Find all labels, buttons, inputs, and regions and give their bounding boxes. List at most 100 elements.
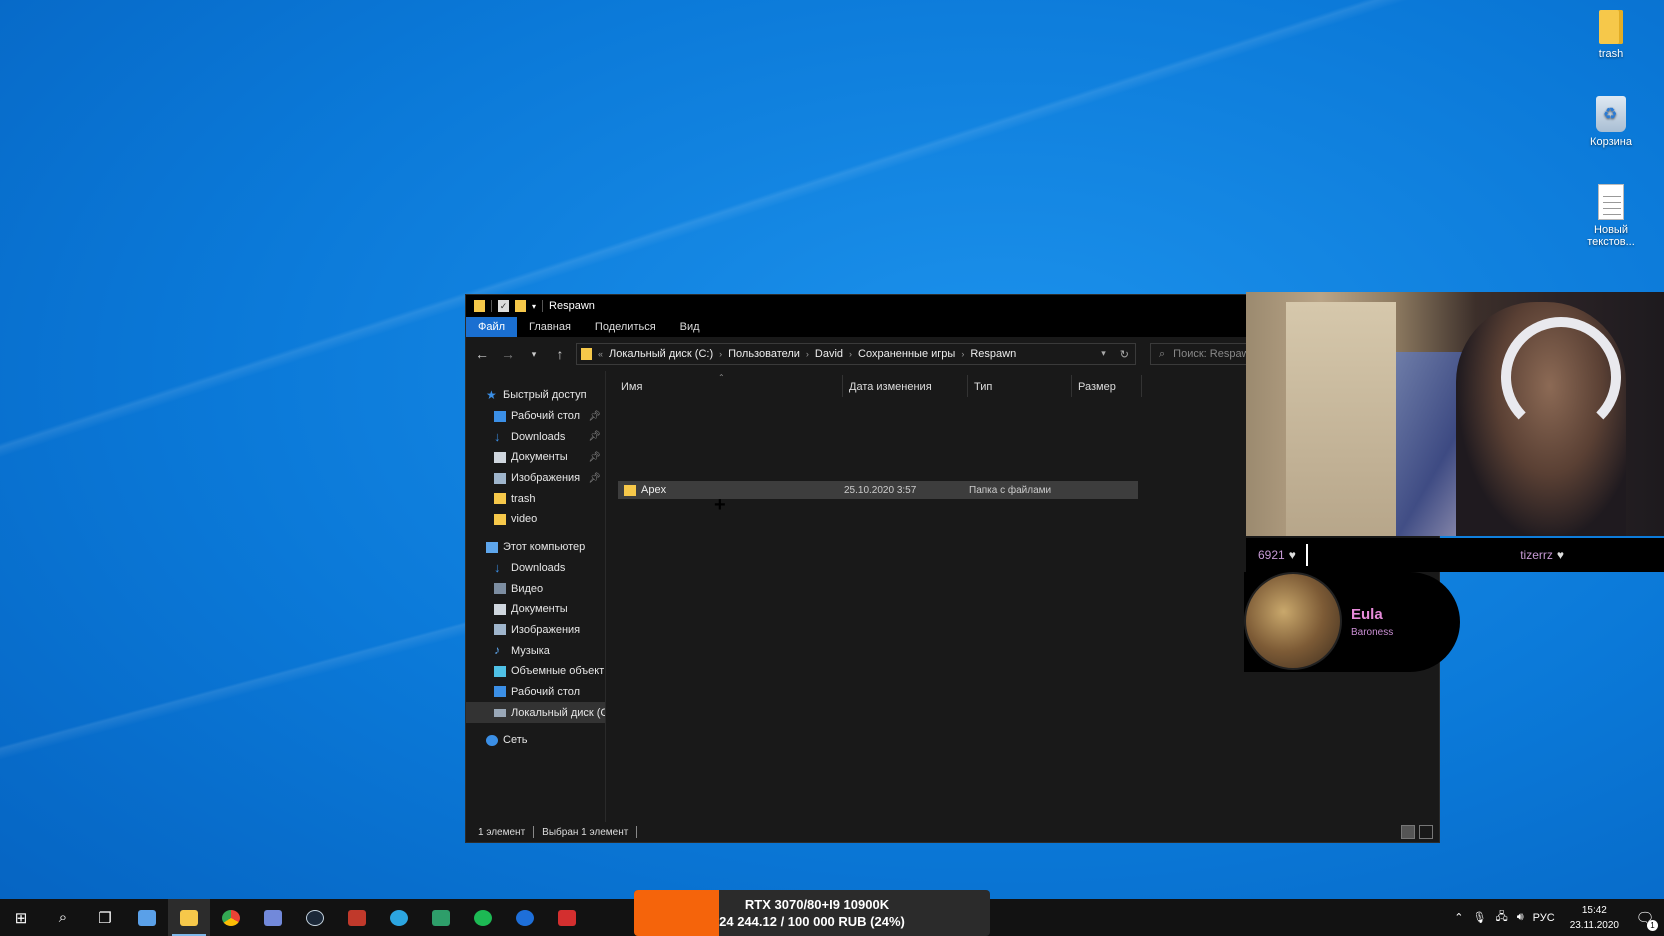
screen-record-icon[interactable] — [336, 899, 378, 936]
properties-icon[interactable]: ✓ — [498, 300, 509, 312]
tab-file[interactable]: Файл — [466, 317, 518, 337]
chevron-right-icon[interactable]: › — [849, 349, 852, 359]
sidebar-item-trash[interactable]: trash — [466, 488, 605, 509]
breadcrumb-item-saved-games[interactable]: Сохраненные игры — [858, 348, 955, 360]
tab-view[interactable]: Вид — [668, 317, 712, 337]
sidebar-item-network[interactable]: Сеть — [466, 730, 605, 751]
details-view-icon[interactable] — [1401, 825, 1415, 839]
desktop-icon-label: Корзина — [1590, 136, 1632, 148]
app-blue-icon[interactable] — [504, 899, 546, 936]
column-header-type[interactable]: Тип — [968, 375, 1072, 397]
refresh-icon[interactable]: ↻ — [1120, 348, 1129, 361]
folder-icon — [1599, 10, 1623, 44]
spotify-icon[interactable] — [462, 899, 504, 936]
column-header-name[interactable]: Имя — [621, 375, 843, 397]
time: 15:42 — [1581, 904, 1607, 916]
sidebar-item-pc-pictures[interactable]: Изображения — [466, 620, 605, 641]
system-tray: ⌃ 🎙︎ 🖧︎ 🔊︎ РУС 15:42 23.11.2020 🗨︎ 1 — [1454, 899, 1664, 936]
tab-share[interactable]: Поделиться — [583, 317, 668, 337]
sidebar-item-label: Объемные объекты — [511, 665, 606, 678]
sidebar-item-downloads[interactable]: ↓ Downloads 📌︎ — [466, 426, 605, 447]
chevron-right-icon[interactable]: › — [719, 349, 722, 359]
quick-access-toolbar-dropdown-icon[interactable]: ▾ — [532, 302, 536, 311]
app-green-icon[interactable] — [420, 899, 462, 936]
column-header-date[interactable]: Дата изменения — [843, 375, 968, 397]
up-arrow-icon[interactable]: ↑ — [550, 346, 570, 362]
sidebar-item-local-disk[interactable]: Локальный диск (C:) — [466, 702, 605, 723]
sidebar-item-label: Рабочий стол — [511, 410, 581, 423]
microphone-icon[interactable]: 🎙︎ — [1472, 911, 1486, 924]
steam-icon[interactable] — [294, 899, 336, 936]
breadcrumb-item-users[interactable]: Пользователи — [728, 348, 800, 360]
sidebar-item-pc-downloads[interactable]: ↓ Downloads — [466, 558, 605, 579]
pin-icon[interactable]: 📌︎ — [588, 452, 601, 463]
sidebar-item-label: Downloads — [511, 561, 566, 574]
sidebar-item-label: Изображения — [511, 472, 581, 485]
table-row[interactable]: Apex + 25.10.2020 3:57 Папка с файлами — [618, 481, 1138, 515]
sidebar-item-documents[interactable]: Документы 📌︎ — [466, 447, 605, 468]
sidebar-item-desktop[interactable]: Рабочий стол 📌︎ — [466, 406, 605, 427]
documents-icon — [494, 603, 506, 615]
sidebar-item-pc-desktop[interactable]: Рабочий стол — [466, 682, 605, 703]
breadcrumb-overflow[interactable]: « — [598, 349, 603, 359]
search-icon[interactable]: ⌕ — [42, 899, 84, 936]
chrome-icon[interactable] — [210, 899, 252, 936]
sidebar-item-label: video — [511, 513, 538, 526]
file-name: Apex — [641, 484, 667, 496]
pin-icon[interactable]: 📌︎ — [588, 431, 601, 442]
address-dropdown-chevron-icon[interactable]: ▾ — [1101, 348, 1106, 361]
chevron-right-icon[interactable]: › — [806, 349, 809, 359]
sidebar-item-label: Музыка — [511, 644, 550, 657]
sidebar-item-label: Этот компьютер — [503, 541, 586, 554]
sidebar-item-video[interactable]: video — [466, 509, 605, 530]
column-header-size[interactable]: Размер — [1072, 375, 1142, 397]
sidebar-item-videos[interactable]: Видео — [466, 578, 605, 599]
status-bar: 1 элемент Выбран 1 элемент — [466, 822, 1439, 842]
language-indicator[interactable]: РУС — [1533, 912, 1555, 924]
discord-icon[interactable] — [252, 899, 294, 936]
tab-home[interactable]: Главная — [517, 317, 583, 337]
sidebar-item-3d-objects[interactable]: Объемные объекты — [466, 661, 605, 682]
forward-arrow-icon[interactable]: → — [498, 346, 518, 362]
sidebar-item-music[interactable]: ♪ Музыка — [466, 640, 605, 661]
sidebar-item-pictures[interactable]: Изображения 📌︎ — [466, 468, 605, 489]
desktop-icon-recycle-bin[interactable]: Корзина — [1576, 96, 1646, 148]
new-folder-icon[interactable] — [515, 300, 526, 312]
recent-locations-chevron-icon[interactable]: ▾ — [524, 349, 544, 360]
sidebar-item-label: Сеть — [503, 734, 528, 747]
task-view-icon[interactable]: ❐ — [84, 899, 126, 936]
sidebar-item-label: Изображения — [511, 623, 581, 636]
breadcrumb-item-drive[interactable]: Локальный диск (C:) — [609, 348, 713, 360]
webcam-overlay — [1246, 292, 1664, 536]
pictures-icon — [494, 624, 506, 636]
breadcrumb-item-david[interactable]: David — [815, 348, 843, 360]
telegram-icon[interactable] — [378, 899, 420, 936]
notifications-icon[interactable]: 🗨︎ 1 — [1634, 909, 1658, 931]
pin-icon[interactable]: 📌︎ — [588, 473, 601, 484]
sort-up-icon: ⌃ — [718, 373, 725, 382]
sidebar-item-pc-documents[interactable]: Документы — [466, 599, 605, 620]
clock[interactable]: 15:42 23.11.2020 — [1564, 903, 1625, 933]
network-icon[interactable]: 🖧︎ — [1495, 908, 1507, 927]
donation-goal-bar: RTX 3070/80+I9 10900K 24 244.12 / 100 00… — [634, 890, 990, 936]
start-icon[interactable]: ⊞ — [0, 899, 42, 936]
pin-icon[interactable]: 📌︎ — [588, 411, 601, 422]
adobe-icon[interactable] — [546, 899, 588, 936]
profile-title: Baroness — [1351, 627, 1394, 638]
desktop-icon-text-document[interactable]: Новый текстов... — [1576, 184, 1646, 248]
sidebar-item-quick-access[interactable]: ★ Быстрый доступ — [466, 385, 605, 406]
sidebar-item-this-pc[interactable]: Этот компьютер — [466, 537, 605, 558]
file-explorer-icon[interactable] — [168, 899, 210, 936]
volume-icon[interactable]: 🔊︎ — [1517, 911, 1524, 924]
app-icon[interactable] — [126, 899, 168, 936]
desktop-icon-trash[interactable]: trash — [1576, 10, 1646, 60]
divider — [542, 300, 544, 312]
address-bar[interactable]: « Локальный диск (C:) › Пользователи › D… — [576, 343, 1136, 365]
chevron-up-icon[interactable]: ⌃ — [1454, 911, 1463, 924]
selection-count: Выбран 1 элемент — [542, 826, 629, 838]
chevron-right-icon[interactable]: › — [961, 349, 964, 359]
search-icon: ⌕ — [1159, 347, 1166, 360]
breadcrumb-item-respawn[interactable]: Respawn — [970, 348, 1016, 360]
back-arrow-icon[interactable]: ← — [472, 346, 492, 362]
large-icons-view-icon[interactable] — [1419, 825, 1433, 839]
